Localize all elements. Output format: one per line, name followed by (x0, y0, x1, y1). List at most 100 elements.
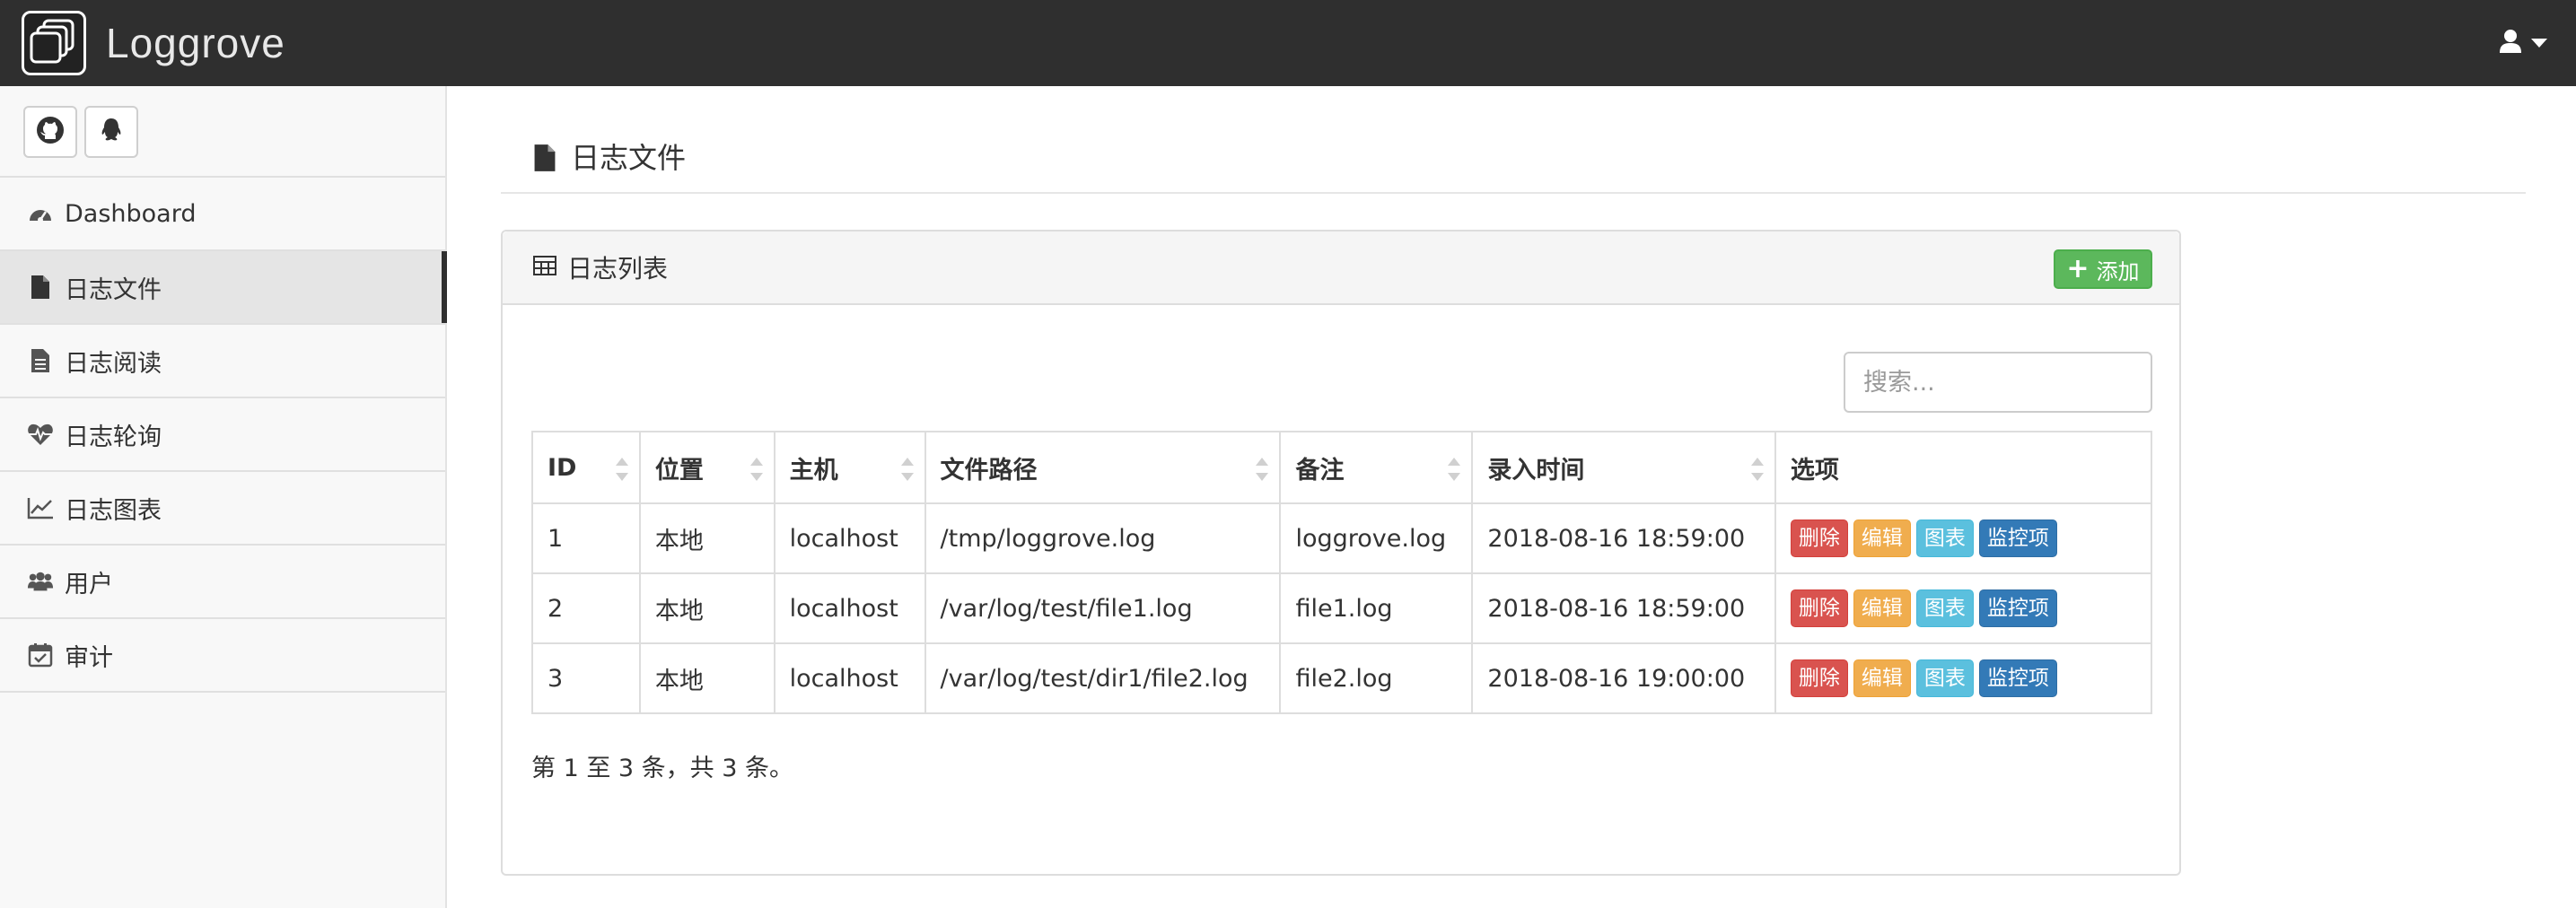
page-header: 日志文件 (501, 135, 2526, 194)
page-title: 日志文件 (571, 141, 687, 175)
cell-remark: file2.log (1279, 642, 1474, 714)
cell-remark: loggrove.log (1279, 502, 1474, 574)
user-icon (2499, 29, 2522, 57)
column-header-id[interactable]: ID (531, 431, 641, 504)
file-icon (27, 274, 54, 301)
log-files-table: ID 位置 主机 文件路径 备注 录入时间 选项 1 本地 localhost … (531, 431, 2153, 714)
add-button[interactable]: + 添加 (2054, 249, 2152, 289)
table-row: 2 本地 localhost /var/log/test/file1.log f… (531, 572, 2153, 644)
cell-actions: 删除 编辑 图表 监控项 (1774, 642, 2153, 714)
cell-path: /var/log/test/dir1/file2.log (924, 642, 1282, 714)
brand-link[interactable]: Loggrove (22, 9, 285, 77)
cell-actions: 删除 编辑 图表 监控项 (1774, 572, 2153, 644)
caret-down-icon (2531, 39, 2547, 48)
sidebar-item-log-charts[interactable]: 日志图表 (0, 472, 445, 546)
cell-id: 1 (531, 502, 641, 574)
panel-title: 日志列表 (567, 254, 669, 284)
cell-time: 2018-08-16 18:59:00 (1471, 572, 1776, 644)
chart-button[interactable]: 图表 (1915, 519, 1974, 557)
sidebar-item-log-files[interactable]: 日志文件 (0, 251, 447, 325)
pagination-info: 第 1 至 3 条，共 3 条。 (531, 755, 794, 782)
cell-remark: file1.log (1279, 572, 1474, 644)
column-header-options: 选项 (1774, 431, 2153, 504)
add-button-label: 添加 (2096, 258, 2140, 284)
calendar-check-icon (27, 642, 54, 668)
sort-icon (1750, 458, 1764, 481)
file-icon (533, 144, 556, 176)
delete-button[interactable]: 删除 (1790, 519, 1848, 557)
column-header-time[interactable]: 录入时间 (1471, 431, 1776, 504)
cell-id: 2 (531, 572, 641, 644)
column-label: 主机 (789, 456, 838, 485)
top-navbar: Loggrove (0, 0, 2576, 86)
cell-time: 2018-08-16 19:00:00 (1471, 642, 1776, 714)
column-label: 文件路径 (940, 456, 1038, 485)
cell-location: 本地 (638, 642, 775, 714)
cell-path: /tmp/loggrove.log (924, 502, 1282, 574)
cell-host: localhost (773, 572, 926, 644)
column-header-path[interactable]: 文件路径 (924, 431, 1282, 504)
cell-path: /var/log/test/file1.log (924, 572, 1282, 644)
sidebar-item-label: 审计 (65, 643, 113, 672)
cell-actions: 删除 编辑 图表 监控项 (1774, 502, 2153, 574)
logo-icon (22, 11, 86, 75)
table-icon (533, 256, 556, 279)
cell-host: localhost (773, 502, 926, 574)
sidebar-item-dashboard[interactable]: Dashboard (0, 178, 445, 251)
sort-icon (1256, 458, 1269, 481)
sidebar-item-audit[interactable]: 审计 (0, 619, 445, 693)
github-button[interactable] (23, 106, 77, 158)
sidebar-item-log-reading[interactable]: 日志阅读 (0, 325, 445, 398)
delete-button[interactable]: 删除 (1790, 589, 1848, 627)
cell-host: localhost (773, 642, 926, 714)
sidebar-item-users[interactable]: 用户 (0, 546, 445, 619)
column-label: 选项 (1790, 456, 1839, 485)
monitor-items-button[interactable]: 监控项 (1978, 519, 2057, 557)
table-row: 3 本地 localhost /var/log/test/dir1/file2.… (531, 642, 2153, 714)
social-links (0, 86, 445, 178)
qq-button[interactable] (84, 106, 138, 158)
column-label: 位置 (654, 456, 704, 485)
user-menu-toggle[interactable] (2499, 27, 2547, 59)
panel-heading: 日志列表 + 添加 (503, 231, 2179, 305)
cell-location: 本地 (638, 572, 775, 644)
line-chart-icon (27, 494, 54, 521)
dashboard-icon (27, 200, 54, 227)
file-text-icon (27, 347, 54, 374)
sidebar-item-log-polling[interactable]: 日志轮询 (0, 398, 445, 472)
column-header-host[interactable]: 主机 (773, 431, 926, 504)
cell-id: 3 (531, 642, 641, 714)
sort-icon (749, 458, 763, 481)
column-header-location[interactable]: 位置 (638, 431, 775, 504)
sidebar-item-label: 日志文件 (65, 275, 162, 304)
sidebar-item-label: 日志图表 (65, 496, 162, 525)
qq-icon (97, 116, 126, 148)
edit-button[interactable]: 编辑 (1853, 589, 1911, 627)
github-icon (36, 116, 65, 148)
log-list-panel: 日志列表 + 添加 ID 位置 主机 文件路径 备注 录入时间 选项 1 (501, 230, 2181, 876)
sort-icon (900, 458, 914, 481)
table-header-row: ID 位置 主机 文件路径 备注 录入时间 选项 (531, 431, 2153, 504)
column-label: 录入时间 (1487, 456, 1585, 485)
table-row: 1 本地 localhost /tmp/loggrove.log loggrov… (531, 502, 2153, 574)
sidebar-item-label: 用户 (65, 570, 113, 598)
column-label: 备注 (1295, 456, 1345, 485)
sidebar-item-label: Dashboard (65, 199, 197, 228)
column-header-remark[interactable]: 备注 (1279, 431, 1474, 504)
monitor-items-button[interactable]: 监控项 (1978, 589, 2057, 627)
column-label: ID (548, 453, 577, 482)
monitor-items-button[interactable]: 监控项 (1978, 659, 2057, 697)
plus-icon: + (2066, 253, 2090, 284)
edit-button[interactable]: 编辑 (1853, 519, 1911, 557)
heartbeat-icon (27, 421, 54, 448)
brand-name: Loggrove (106, 20, 285, 66)
search-input[interactable] (1844, 352, 2152, 413)
cell-time: 2018-08-16 18:59:00 (1471, 502, 1776, 574)
edit-button[interactable]: 编辑 (1853, 659, 1911, 697)
sort-icon (1448, 458, 1461, 481)
chart-button[interactable]: 图表 (1915, 589, 1974, 627)
sidebar-item-label: 日志阅读 (65, 349, 162, 378)
chart-button[interactable]: 图表 (1915, 659, 1974, 697)
cell-location: 本地 (638, 502, 775, 574)
delete-button[interactable]: 删除 (1790, 659, 1848, 697)
